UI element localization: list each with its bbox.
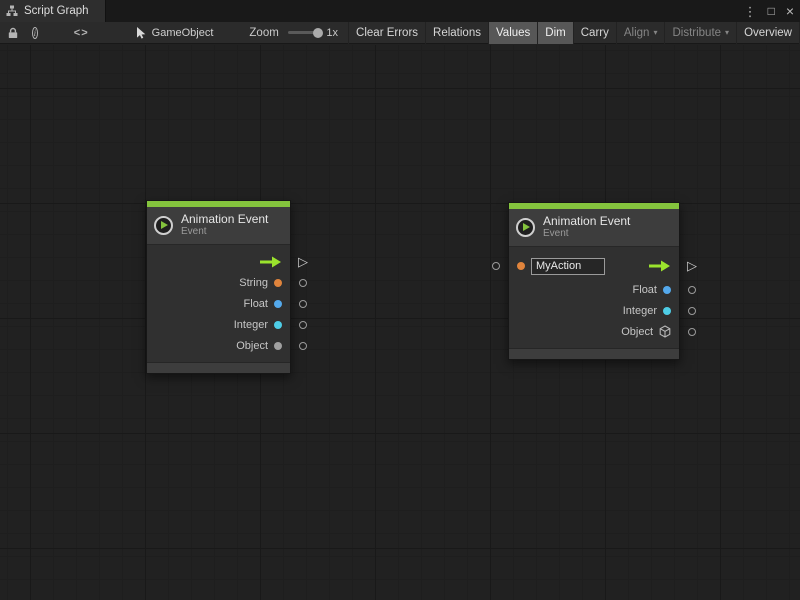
port-label: Float xyxy=(633,284,657,296)
window-controls: ⋮ □ × xyxy=(744,0,794,22)
clear-errors-button[interactable]: Clear Errors xyxy=(348,22,426,44)
align-label: Align xyxy=(624,27,650,39)
node-subtitle: Event xyxy=(181,226,268,238)
integer-output-port[interactable] xyxy=(299,321,307,329)
output-row-float: Float xyxy=(147,293,290,314)
gameobject-button[interactable]: GameObject xyxy=(135,26,214,39)
output-row-object: Object xyxy=(147,335,290,356)
tab-script-graph[interactable]: Script Graph xyxy=(0,0,106,22)
port-label: Float xyxy=(244,298,268,310)
node-body: ▷ String Float Integer Object xyxy=(147,245,290,362)
cursor-icon xyxy=(135,26,147,39)
trigger-output-port[interactable]: ▷ xyxy=(298,255,308,268)
relations-button[interactable]: Relations xyxy=(426,22,489,44)
tab-title: Script Graph xyxy=(24,5,89,17)
event-name-input-port[interactable] xyxy=(492,262,500,270)
cube-icon xyxy=(659,325,671,338)
object-type-icon xyxy=(274,342,282,350)
maximize-icon[interactable]: □ xyxy=(768,5,775,17)
close-icon[interactable]: × xyxy=(786,4,794,18)
node-animation-event-right[interactable]: Animation Event Event ▷ Float xyxy=(508,202,680,360)
object-output-port[interactable] xyxy=(688,328,696,336)
node-header[interactable]: Animation Event Event xyxy=(147,207,290,245)
code-icon[interactable]: <> xyxy=(74,27,89,39)
distribute-dropdown[interactable]: Distribute ▾ xyxy=(665,22,737,44)
node-animation-event-left[interactable]: Animation Event Event ▷ String F xyxy=(146,200,291,374)
node-footer xyxy=(509,348,679,359)
trigger-arrow-icon xyxy=(259,256,282,268)
float-type-icon xyxy=(274,300,282,308)
graph-canvas[interactable]: Animation Event Event ▷ String F xyxy=(0,45,800,600)
output-row-integer: Integer xyxy=(147,314,290,335)
float-output-port[interactable] xyxy=(688,286,696,294)
carry-button[interactable]: Carry xyxy=(574,22,617,44)
kebab-menu-icon[interactable]: ⋮ xyxy=(744,5,757,18)
port-label: Object xyxy=(236,340,268,352)
float-output-port[interactable] xyxy=(299,300,307,308)
lock-icon[interactable] xyxy=(7,27,19,39)
integer-type-icon xyxy=(274,321,282,329)
trigger-output-port[interactable]: ▷ xyxy=(687,259,697,272)
port-label: Integer xyxy=(234,319,268,331)
window-tab-bar: Script Graph ⋮ □ × xyxy=(0,0,800,22)
toolbar-button-group: Clear Errors Relations Values Dim Carry … xyxy=(348,22,800,44)
output-row-integer: Integer xyxy=(509,300,679,321)
dim-button[interactable]: Dim xyxy=(538,22,573,44)
string-output-port[interactable] xyxy=(299,279,307,287)
zoom-slider[interactable] xyxy=(288,31,321,34)
port-label: Object xyxy=(621,326,653,338)
chevron-down-icon: ▾ xyxy=(653,29,657,37)
float-type-icon xyxy=(663,286,671,294)
node-body: ▷ Float Integer Object xyxy=(509,247,679,348)
node-footer xyxy=(147,362,290,373)
zoom-value: 1x xyxy=(326,27,338,39)
integer-type-icon xyxy=(663,307,671,315)
zoom-slider-thumb[interactable] xyxy=(313,28,323,38)
node-header[interactable]: Animation Event Event xyxy=(509,209,679,247)
output-row-string: String xyxy=(147,272,290,293)
node-title: Animation Event xyxy=(181,212,268,226)
trigger-arrow-icon xyxy=(648,260,671,272)
values-button[interactable]: Values xyxy=(489,22,538,44)
node-title: Animation Event xyxy=(543,214,630,228)
port-label: String xyxy=(239,277,268,289)
distribute-label: Distribute xyxy=(672,27,721,39)
graph-toolbar: i <> GameObject Zoom 1x Clear Errors Rel… xyxy=(0,22,800,44)
node-subtitle: Event xyxy=(543,228,630,240)
info-icon[interactable]: i xyxy=(32,27,38,39)
output-row-float: Float xyxy=(509,279,679,300)
event-play-icon xyxy=(516,218,535,237)
overview-button[interactable]: Overview xyxy=(737,22,800,44)
align-dropdown[interactable]: Align ▾ xyxy=(617,22,666,44)
object-output-port[interactable] xyxy=(299,342,307,350)
gameobject-label: GameObject xyxy=(152,27,214,39)
trigger-output-row: ▷ xyxy=(147,251,290,272)
port-label: Integer xyxy=(623,305,657,317)
integer-output-port[interactable] xyxy=(688,307,696,315)
zoom-label: Zoom xyxy=(249,27,278,39)
chevron-down-icon: ▾ xyxy=(725,29,729,37)
event-name-row: ▷ xyxy=(509,253,679,279)
graph-icon xyxy=(6,5,18,17)
event-name-input[interactable] xyxy=(531,258,605,275)
output-row-object: Object xyxy=(509,321,679,342)
string-type-icon xyxy=(517,262,525,270)
string-type-icon xyxy=(274,279,282,287)
event-play-icon xyxy=(154,216,173,235)
